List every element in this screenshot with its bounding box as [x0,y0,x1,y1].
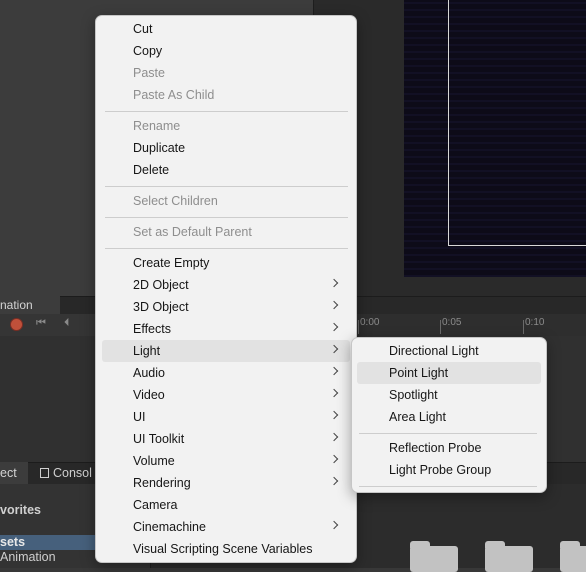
menu-item-label: Point Light [389,366,449,380]
menu-item-area-light[interactable]: Area Light [357,406,541,428]
tab-animation[interactable]: nation [0,296,60,314]
menu-item-cinemachine[interactable]: Cinemachine [102,516,350,538]
menu-item-label: 3D Object [133,300,189,314]
menu-item-label: Reflection Probe [389,441,482,455]
menu-item-label: Paste As Child [133,88,215,102]
menu-item-rendering[interactable]: Rendering [102,472,350,494]
console-icon [40,468,49,478]
menu-item-label: Rename [133,119,181,133]
chevron-right-icon [329,454,339,464]
menu-item-label: Cut [133,22,153,36]
chevron-right-icon [329,476,339,486]
camera-frame [448,0,586,246]
menu-item-camera[interactable]: Camera [102,494,350,516]
menu-item-label: Light Probe Group [389,463,492,477]
animation-folder-item[interactable]: Animation [0,550,56,564]
favorites-label[interactable]: vorites [0,503,41,517]
chevron-right-icon [329,388,339,398]
menu-item-light[interactable]: Light [102,340,350,362]
menu-item-label: Paste [133,66,165,80]
menu-item-label: Volume [133,454,175,468]
menu-item-label: Audio [133,366,165,380]
menu-item-rename: Rename [102,115,350,137]
menu-item-label: Spotlight [389,388,438,402]
menu-separator [105,111,348,112]
menu-separator [105,186,348,187]
chevron-right-icon [329,366,339,376]
menu-item-label: Select Children [133,194,218,208]
timeline-ruler[interactable] [356,314,586,336]
menu-item-directional-light[interactable]: Directional Light [357,340,541,362]
menu-item-spotlight[interactable]: Spotlight [357,384,541,406]
record-button[interactable] [10,318,23,331]
menu-item-label: Cinemachine [133,520,206,534]
menu-item-duplicate[interactable]: Duplicate [102,137,350,159]
menu-item-label: Area Light [389,410,446,424]
chevron-right-icon [329,432,339,442]
menu-item-label: Effects [133,322,171,336]
menu-item-label: Duplicate [133,141,186,155]
menu-item-cut[interactable]: Cut [102,18,350,40]
menu-item-audio[interactable]: Audio [102,362,350,384]
ruler-label: 0:00 [360,317,380,328]
tab-console[interactable]: Consol [30,462,100,484]
menu-item-label: UI [133,410,146,424]
menu-item-label: Light [133,344,161,358]
chevron-right-icon [329,300,339,310]
first-key-icon[interactable]: ⏮ [36,317,46,330]
menu-item-video[interactable]: Video [102,384,350,406]
ruler-tick [523,320,524,334]
menu-item-label: 2D Object [133,278,189,292]
menu-item-copy[interactable]: Copy [102,40,350,62]
ruler-label: 0:10 [525,317,545,328]
chevron-right-icon [329,410,339,420]
menu-item-point-light[interactable]: Point Light [357,362,541,384]
menu-item-paste: Paste [102,62,350,84]
menu-item-create-empty[interactable]: Create Empty [102,252,350,274]
folder-icon[interactable] [485,541,533,572]
menu-item-visual-scripting-scene-variables[interactable]: Visual Scripting Scene Variables [102,538,350,560]
menu-item-2d-object[interactable]: 2D Object [102,274,350,296]
menu-item-label: UI Toolkit [133,432,185,446]
menu-item-set-default-parent: Set as Default Parent [102,221,350,243]
menu-item-delete[interactable]: Delete [102,159,350,181]
menu-item-ui-toolkit[interactable]: UI Toolkit [102,428,350,450]
menu-item-label: Directional Light [389,344,479,358]
chevron-right-icon [329,322,339,332]
menu-item-light-probe-group[interactable]: Light Probe Group [357,459,541,481]
chevron-right-icon [329,344,339,354]
menu-separator [105,217,348,218]
folder-icon[interactable] [560,541,586,572]
ruler-tick [440,320,441,334]
menu-separator [359,433,537,434]
menu-item-select-children: Select Children [102,190,350,212]
chevron-right-icon [329,520,339,530]
folder-icon[interactable] [410,541,458,572]
assets-label: sets [0,535,26,549]
menu-item-ui[interactable]: UI [102,406,350,428]
menu-item-label: Visual Scripting Scene Variables [133,542,313,556]
menu-item-3d-object[interactable]: 3D Object [102,296,350,318]
chevron-right-icon [329,278,339,288]
ruler-label: 0:05 [442,317,462,328]
menu-separator [359,486,537,487]
tab-console-label: Consol [53,466,92,480]
menu-item-label: Camera [133,498,178,512]
menu-item-label: Delete [133,163,170,177]
menu-item-label: Rendering [133,476,191,490]
hierarchy-context-menu: Cut Copy Paste Paste As Child Rename Dup… [95,15,357,563]
menu-separator [105,248,348,249]
menu-item-paste-as-child: Paste As Child [102,84,350,106]
menu-item-volume[interactable]: Volume [102,450,350,472]
tab-project[interactable]: ect [0,462,28,484]
ruler-tick [358,320,359,334]
prev-key-icon[interactable]: ⏴ [64,317,70,330]
menu-item-effects[interactable]: Effects [102,318,350,340]
menu-item-label: Video [133,388,165,402]
light-submenu: Directional Light Point Light Spotlight … [351,337,547,493]
menu-item-label: Create Empty [133,256,210,270]
menu-item-reflection-probe[interactable]: Reflection Probe [357,437,541,459]
menu-item-label: Copy [133,44,163,58]
menu-item-label: Set as Default Parent [133,225,252,239]
